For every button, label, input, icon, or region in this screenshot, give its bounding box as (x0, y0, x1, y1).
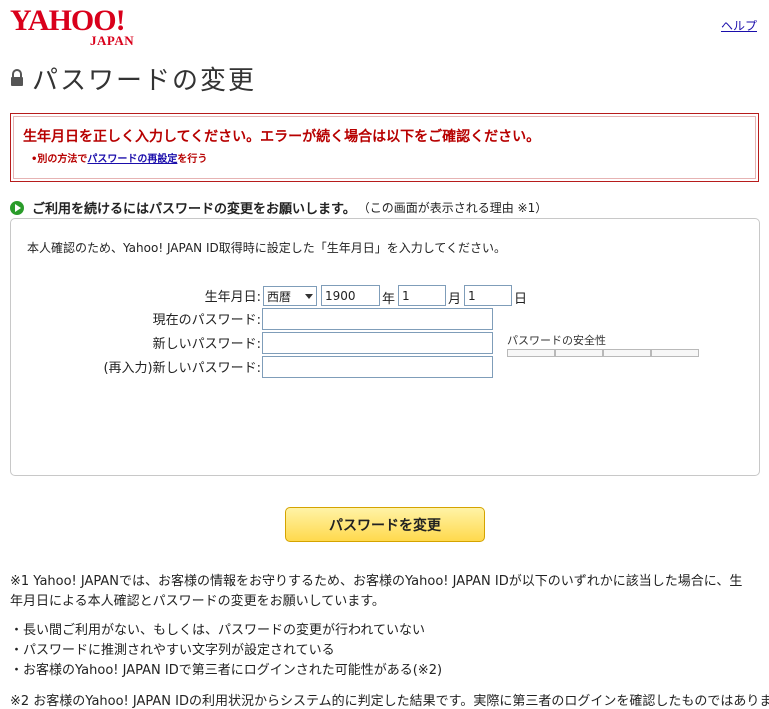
logo-wordmark: YAHOO! (10, 4, 126, 37)
confirm-password-label: (再入力)新しいパスワード: (103, 361, 261, 376)
birthdate-label: 生年月日: (204, 290, 261, 305)
error-box: 生年月日を正しく入力してください。エラーが続く場合は以下をご確認ください。 •別… (10, 113, 759, 182)
page-title: パスワードの変更 (32, 65, 257, 96)
password-strength-label: パスワードの安全性 (507, 334, 606, 347)
birth-year-input[interactable] (321, 285, 380, 306)
birth-day-input[interactable] (464, 285, 512, 306)
note-1: ※1 Yahoo! JAPANでは、お客様の情報をお守りするため、お客様のYah… (10, 574, 743, 609)
error-alternative: •別の方法でパスワードの再設定を行う (31, 150, 207, 165)
play-bullet-icon (10, 200, 24, 215)
section-heading-note: （この画面が表示される理由 ※1） (357, 201, 548, 215)
error-message: 生年月日を正しく入力してください。エラーが続く場合は以下をご確認ください。 (23, 129, 541, 145)
page-title-row: パスワードの変更 (10, 62, 257, 96)
list-item: 長い間ご利用がない、もしくは、パスワードの変更が行われていない (10, 621, 755, 641)
yahoo-japan-logo[interactable]: YAHOO! JAPAN (10, 4, 150, 49)
password-reset-link[interactable]: パスワードの再設定 (87, 154, 177, 165)
error-alternative-prefix: •別の方法で (31, 154, 88, 165)
logo-sub: JAPAN (90, 33, 135, 48)
list-item: お客様のYahoo! JAPAN IDで第三者にログインされた可能性がある(※2… (10, 661, 755, 681)
year-unit: 年 (382, 292, 396, 307)
strength-meter-segment (507, 349, 555, 357)
current-password-label: 現在のパスワード: (152, 313, 261, 328)
strength-meter-segment (603, 349, 651, 357)
error-alternative-suffix: を行う (177, 154, 208, 165)
strength-meter-segment (651, 349, 699, 357)
lock-icon (11, 69, 23, 86)
form-intro: 本人確認のため、Yahoo! JAPAN ID取得時に設定した「生年月日」を入力… (27, 241, 507, 255)
list-item: パスワードに推測されやすい文字列が設定されている (10, 641, 755, 661)
help-link[interactable]: ヘルプ (721, 17, 757, 34)
note-2: ※2 お客様のYahoo! JAPAN IDの利用状況からシステム的に判定した結… (10, 694, 769, 709)
strength-meter-segment (555, 349, 603, 357)
era-select[interactable]: 西暦 (263, 286, 317, 306)
new-password-input[interactable] (262, 332, 493, 354)
month-unit: 月 (448, 292, 462, 307)
confirm-password-input[interactable] (262, 356, 493, 378)
section-heading-text: ご利用を続けるにはパスワードの変更をお願いします。 (32, 202, 356, 217)
day-unit: 日 (514, 292, 528, 307)
era-select-value: 西暦 (267, 289, 292, 304)
chevron-down-icon (305, 293, 313, 299)
password-form-panel: 本人確認のため、Yahoo! JAPAN ID取得時に設定した「生年月日」を入力… (10, 218, 760, 476)
birth-month-input[interactable] (398, 285, 446, 306)
new-password-label: 新しいパスワード: (152, 337, 261, 352)
section-heading: ご利用を続けるにはパスワードの変更をお願いします。 （この画面が表示される理由 … (10, 198, 547, 217)
reason-list: 長い間ご利用がない、もしくは、パスワードの変更が行われていない パスワードに推測… (10, 621, 755, 681)
current-password-input[interactable] (262, 308, 493, 330)
change-password-button[interactable]: パスワードを変更 (285, 507, 485, 542)
